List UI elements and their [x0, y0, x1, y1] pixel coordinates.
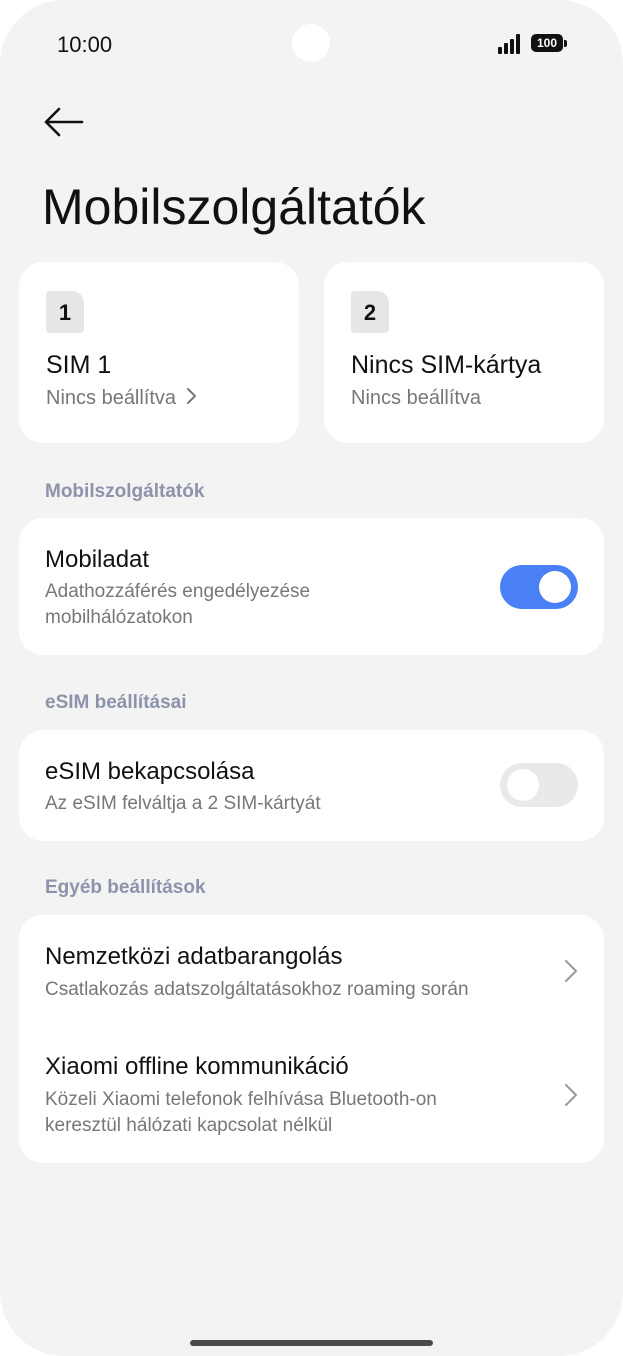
home-indicator[interactable] [190, 1340, 433, 1346]
esim-row[interactable]: eSIM bekapcsolása Az eSIM felváltja a 2 … [19, 730, 604, 841]
row-subtitle: Az eSIM felváltja a 2 SIM-kártyát [45, 793, 321, 814]
signal-icon [498, 34, 524, 54]
mobile-data-toggle[interactable] [500, 565, 578, 609]
sim-card-2[interactable]: 2 Nincs SIM-kártya Nincs beállítva [324, 262, 604, 443]
sim-name: Nincs SIM-kártya [351, 351, 542, 379]
row-title: Nemzetközi adatbarangolás [45, 943, 343, 970]
other-settings-card: Nemzetközi adatbarangolás Csatlakozás ad… [19, 915, 604, 1163]
mobile-data-row[interactable]: Mobiladat Adathozzáférés engedélyezése m… [19, 518, 604, 655]
arrow-left-icon [44, 107, 84, 137]
battery-icon: 100 [531, 34, 567, 52]
status-bar: 10:00 100 [0, 0, 623, 90]
status-time: 10:00 [57, 32, 113, 57]
sim-name: SIM 1 [46, 351, 112, 379]
phone-screen: 10:00 100 Mobilszolgáltatók 1 SIM 1 Ninc… [0, 0, 623, 1356]
back-button[interactable] [40, 102, 86, 142]
row-subtitle-line: mobilhálózatokon [45, 607, 193, 628]
row-title: Mobiladat [45, 546, 150, 573]
page-title: Mobilszolgáltatók [42, 179, 426, 235]
sim-slot-icon: 2 [351, 291, 389, 333]
row-title: Xiaomi offline kommunikáció [45, 1053, 349, 1080]
section-label-mobile: Mobilszolgáltatók [45, 481, 205, 502]
row-subtitle: Adathozzáférés engedélyezése mobilhálóza… [45, 579, 310, 631]
sim-status-text: Nincs beállítva [46, 387, 177, 409]
toggle-knob [539, 571, 571, 603]
sim-card-1[interactable]: 1 SIM 1 Nincs beállítva [19, 262, 299, 443]
row-subtitle: Közeli Xiaomi telefonok felhívása Blueto… [45, 1087, 437, 1139]
esim-toggle[interactable] [500, 763, 578, 807]
chevron-right-icon [565, 960, 577, 982]
sim-slot-icon: 1 [46, 291, 84, 333]
sim-status: Nincs beállítva [46, 387, 198, 410]
sim-status: Nincs beállítva [351, 387, 482, 409]
row-subtitle-line: keresztül hálózati kapcsolat nélkül [45, 1115, 333, 1136]
chevron-right-icon [565, 1084, 577, 1106]
row-subtitle: Csatlakozás adatszolgáltatásokhoz roamin… [45, 979, 469, 1000]
front-camera [292, 24, 330, 62]
chevron-right-icon [186, 388, 196, 404]
section-label-esim: eSIM beállításai [45, 692, 187, 713]
section-label-other: Egyéb beállítások [45, 877, 206, 898]
row-subtitle-line: Adathozzáférés engedélyezése [45, 581, 311, 602]
offline-communication-row[interactable]: Xiaomi offline kommunikáció Közeli Xiaom… [19, 1025, 604, 1163]
roaming-row[interactable]: Nemzetközi adatbarangolás Csatlakozás ad… [19, 915, 604, 1025]
toggle-knob [507, 769, 539, 801]
row-subtitle-line: Közeli Xiaomi telefonok felhívása Blueto… [45, 1089, 437, 1110]
row-title: eSIM bekapcsolása [45, 758, 255, 785]
